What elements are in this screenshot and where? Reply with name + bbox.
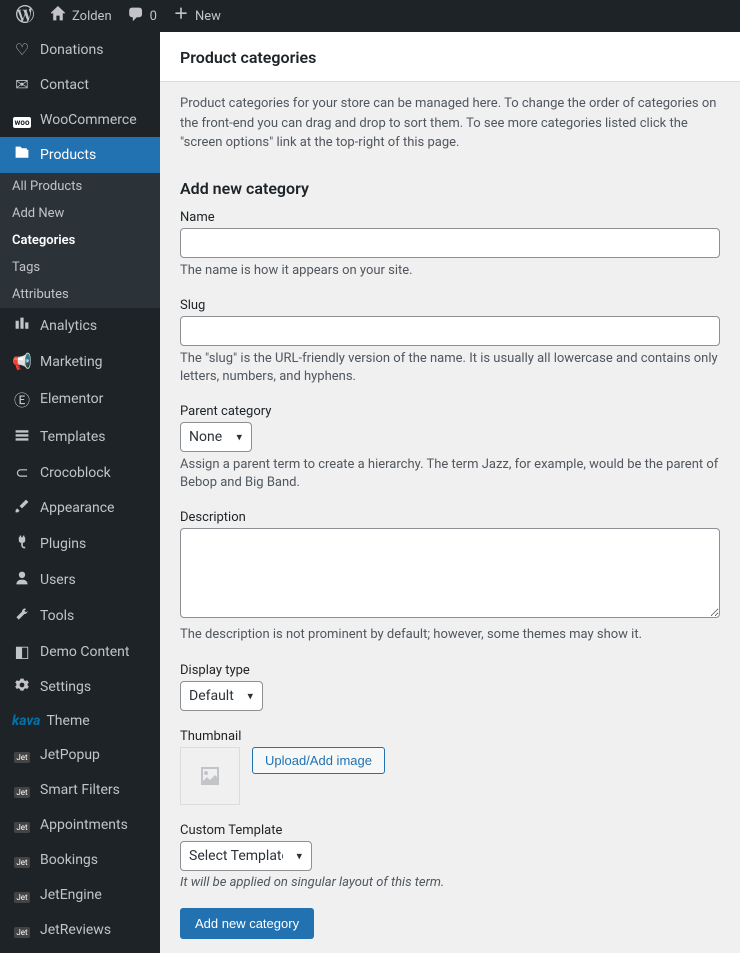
woo-icon: woo [12, 110, 32, 129]
form-heading: Add new category [180, 179, 720, 198]
sidebar-item-donations[interactable]: ♡ Donations [0, 32, 160, 67]
sidebar-item-jetreviews[interactable]: Jet JetReviews [0, 912, 160, 947]
sidebar-item-marketing[interactable]: 📢 Marketing [0, 344, 160, 379]
new-label: New [195, 9, 221, 24]
name-label: Name [180, 210, 720, 225]
elementor-icon: Ⓔ [12, 387, 32, 411]
demo-icon: ◧ [12, 642, 32, 661]
sidebar-item-products[interactable]: Products [0, 137, 160, 173]
upload-image-button[interactable]: Upload/Add image [252, 747, 385, 774]
sidebar-sub-all-products[interactable]: All Products [0, 173, 160, 200]
wrench-icon [12, 606, 32, 626]
submit-button[interactable]: Add new category [180, 908, 314, 939]
sidebar-item-contact[interactable]: ✉ Contact [0, 67, 160, 102]
sidebar-item-users[interactable]: Users [0, 562, 160, 598]
sidebar-item-settings[interactable]: Settings [0, 669, 160, 705]
comments-link[interactable]: 0 [120, 0, 165, 32]
sidebar-item-crocoblock[interactable]: ⊂ Crocoblock [0, 455, 160, 490]
site-home-link[interactable]: Zolden [42, 0, 120, 32]
sidebar-item-templates[interactable]: Templates [0, 419, 160, 455]
template-help: It will be applied on singular layout of… [180, 875, 720, 890]
sidebar-item-jetengine[interactable]: Jet JetEngine [0, 877, 160, 912]
sidebar-item-smart-filters[interactable]: Jet Smart Filters [0, 772, 160, 807]
parent-label: Parent category [180, 404, 720, 419]
mail-icon: ✉ [12, 75, 32, 94]
page-header: Product categories [160, 32, 740, 82]
slug-input[interactable] [180, 316, 720, 346]
megaphone-icon: 📢 [12, 352, 32, 371]
sidebar-submenu: All Products Add New Categories Tags Att… [0, 173, 160, 308]
plug-icon [12, 534, 32, 554]
sidebar-item-jetpopup[interactable]: Jet JetPopup [0, 737, 160, 772]
kava-logo: kava [12, 713, 40, 729]
sidebar-sub-attributes[interactable]: Attributes [0, 281, 160, 308]
sidebar-item-demo-content[interactable]: ◧ Demo Content [0, 634, 160, 669]
wordpress-logo[interactable] [8, 0, 42, 32]
parent-select[interactable]: None [180, 422, 252, 452]
sidebar-sub-add-new[interactable]: Add New [0, 200, 160, 227]
jet-icon: Jet [12, 815, 32, 834]
sidebar-item-appointments[interactable]: Jet Appointments [0, 807, 160, 842]
field-display-type: Display type Default [180, 663, 720, 711]
page-intro: Product categories for your store can be… [160, 82, 740, 165]
add-category-form: Add new category Name The name is how it… [160, 165, 740, 953]
thumbnail-preview [180, 747, 240, 805]
sidebar-sub-categories[interactable]: Categories [0, 227, 160, 254]
display-type-label: Display type [180, 663, 720, 678]
wordpress-icon [16, 5, 34, 27]
template-select[interactable]: Select Template... [180, 841, 312, 871]
page-title: Product categories [180, 48, 720, 67]
comments-count: 0 [150, 9, 157, 24]
user-icon [12, 570, 32, 590]
new-content-link[interactable]: New [165, 0, 229, 32]
slug-help: The "slug" is the URL-friendly version o… [180, 350, 720, 386]
heart-icon: ♡ [12, 40, 32, 59]
sidebar-item-plugins[interactable]: Plugins [0, 526, 160, 562]
admin-sidebar: ♡ Donations ✉ Contact woo WooCommerce Pr… [0, 32, 160, 953]
field-slug: Slug The "slug" is the URL-friendly vers… [180, 298, 720, 386]
admin-topbar: Zolden 0 New [0, 0, 740, 32]
field-description: Description The description is not promi… [180, 510, 720, 644]
sidebar-item-theme[interactable]: kava Theme [0, 705, 160, 737]
brush-icon [12, 498, 32, 518]
templates-icon [12, 427, 32, 447]
field-name: Name The name is how it appears on your … [180, 210, 720, 280]
jet-icon: Jet [12, 850, 32, 869]
template-label: Custom Template [180, 823, 720, 838]
jet-icon: Jet [12, 920, 32, 939]
sidebar-item-analytics[interactable]: Analytics [0, 308, 160, 344]
sidebar-item-bookings[interactable]: Jet Bookings [0, 842, 160, 877]
sidebar-item-elementor[interactable]: Ⓔ Elementor [0, 379, 160, 419]
jet-icon: Jet [12, 745, 32, 764]
settings-icon [12, 677, 32, 697]
sidebar-item-appearance[interactable]: Appearance [0, 490, 160, 526]
main-content: Product categories Product categories fo… [160, 32, 740, 953]
name-help: The name is how it appears on your site. [180, 262, 720, 280]
product-icon [12, 145, 32, 165]
plus-icon [173, 6, 189, 26]
description-textarea[interactable] [180, 528, 720, 618]
croco-icon: ⊂ [12, 463, 32, 482]
chart-icon [12, 316, 32, 336]
home-icon [50, 6, 66, 26]
parent-help: Assign a parent term to create a hierarc… [180, 456, 720, 492]
field-parent: Parent category None Assign a parent ter… [180, 404, 720, 492]
comment-icon [128, 6, 144, 26]
sidebar-sub-tags[interactable]: Tags [0, 254, 160, 281]
slug-label: Slug [180, 298, 720, 313]
name-input[interactable] [180, 228, 720, 258]
field-template: Custom Template Select Template... It wi… [180, 823, 720, 890]
description-help: The description is not prominent by defa… [180, 626, 720, 644]
jet-icon: Jet [12, 780, 32, 799]
thumbnail-label: Thumbnail [180, 729, 720, 744]
site-name: Zolden [72, 9, 112, 24]
sidebar-item-tools[interactable]: Tools [0, 598, 160, 634]
jet-icon: Jet [12, 885, 32, 904]
description-label: Description [180, 510, 720, 525]
sidebar-item-woocommerce[interactable]: woo WooCommerce [0, 102, 160, 137]
field-thumbnail: Thumbnail Upload/Add image [180, 729, 720, 805]
display-type-select[interactable]: Default [180, 681, 263, 711]
